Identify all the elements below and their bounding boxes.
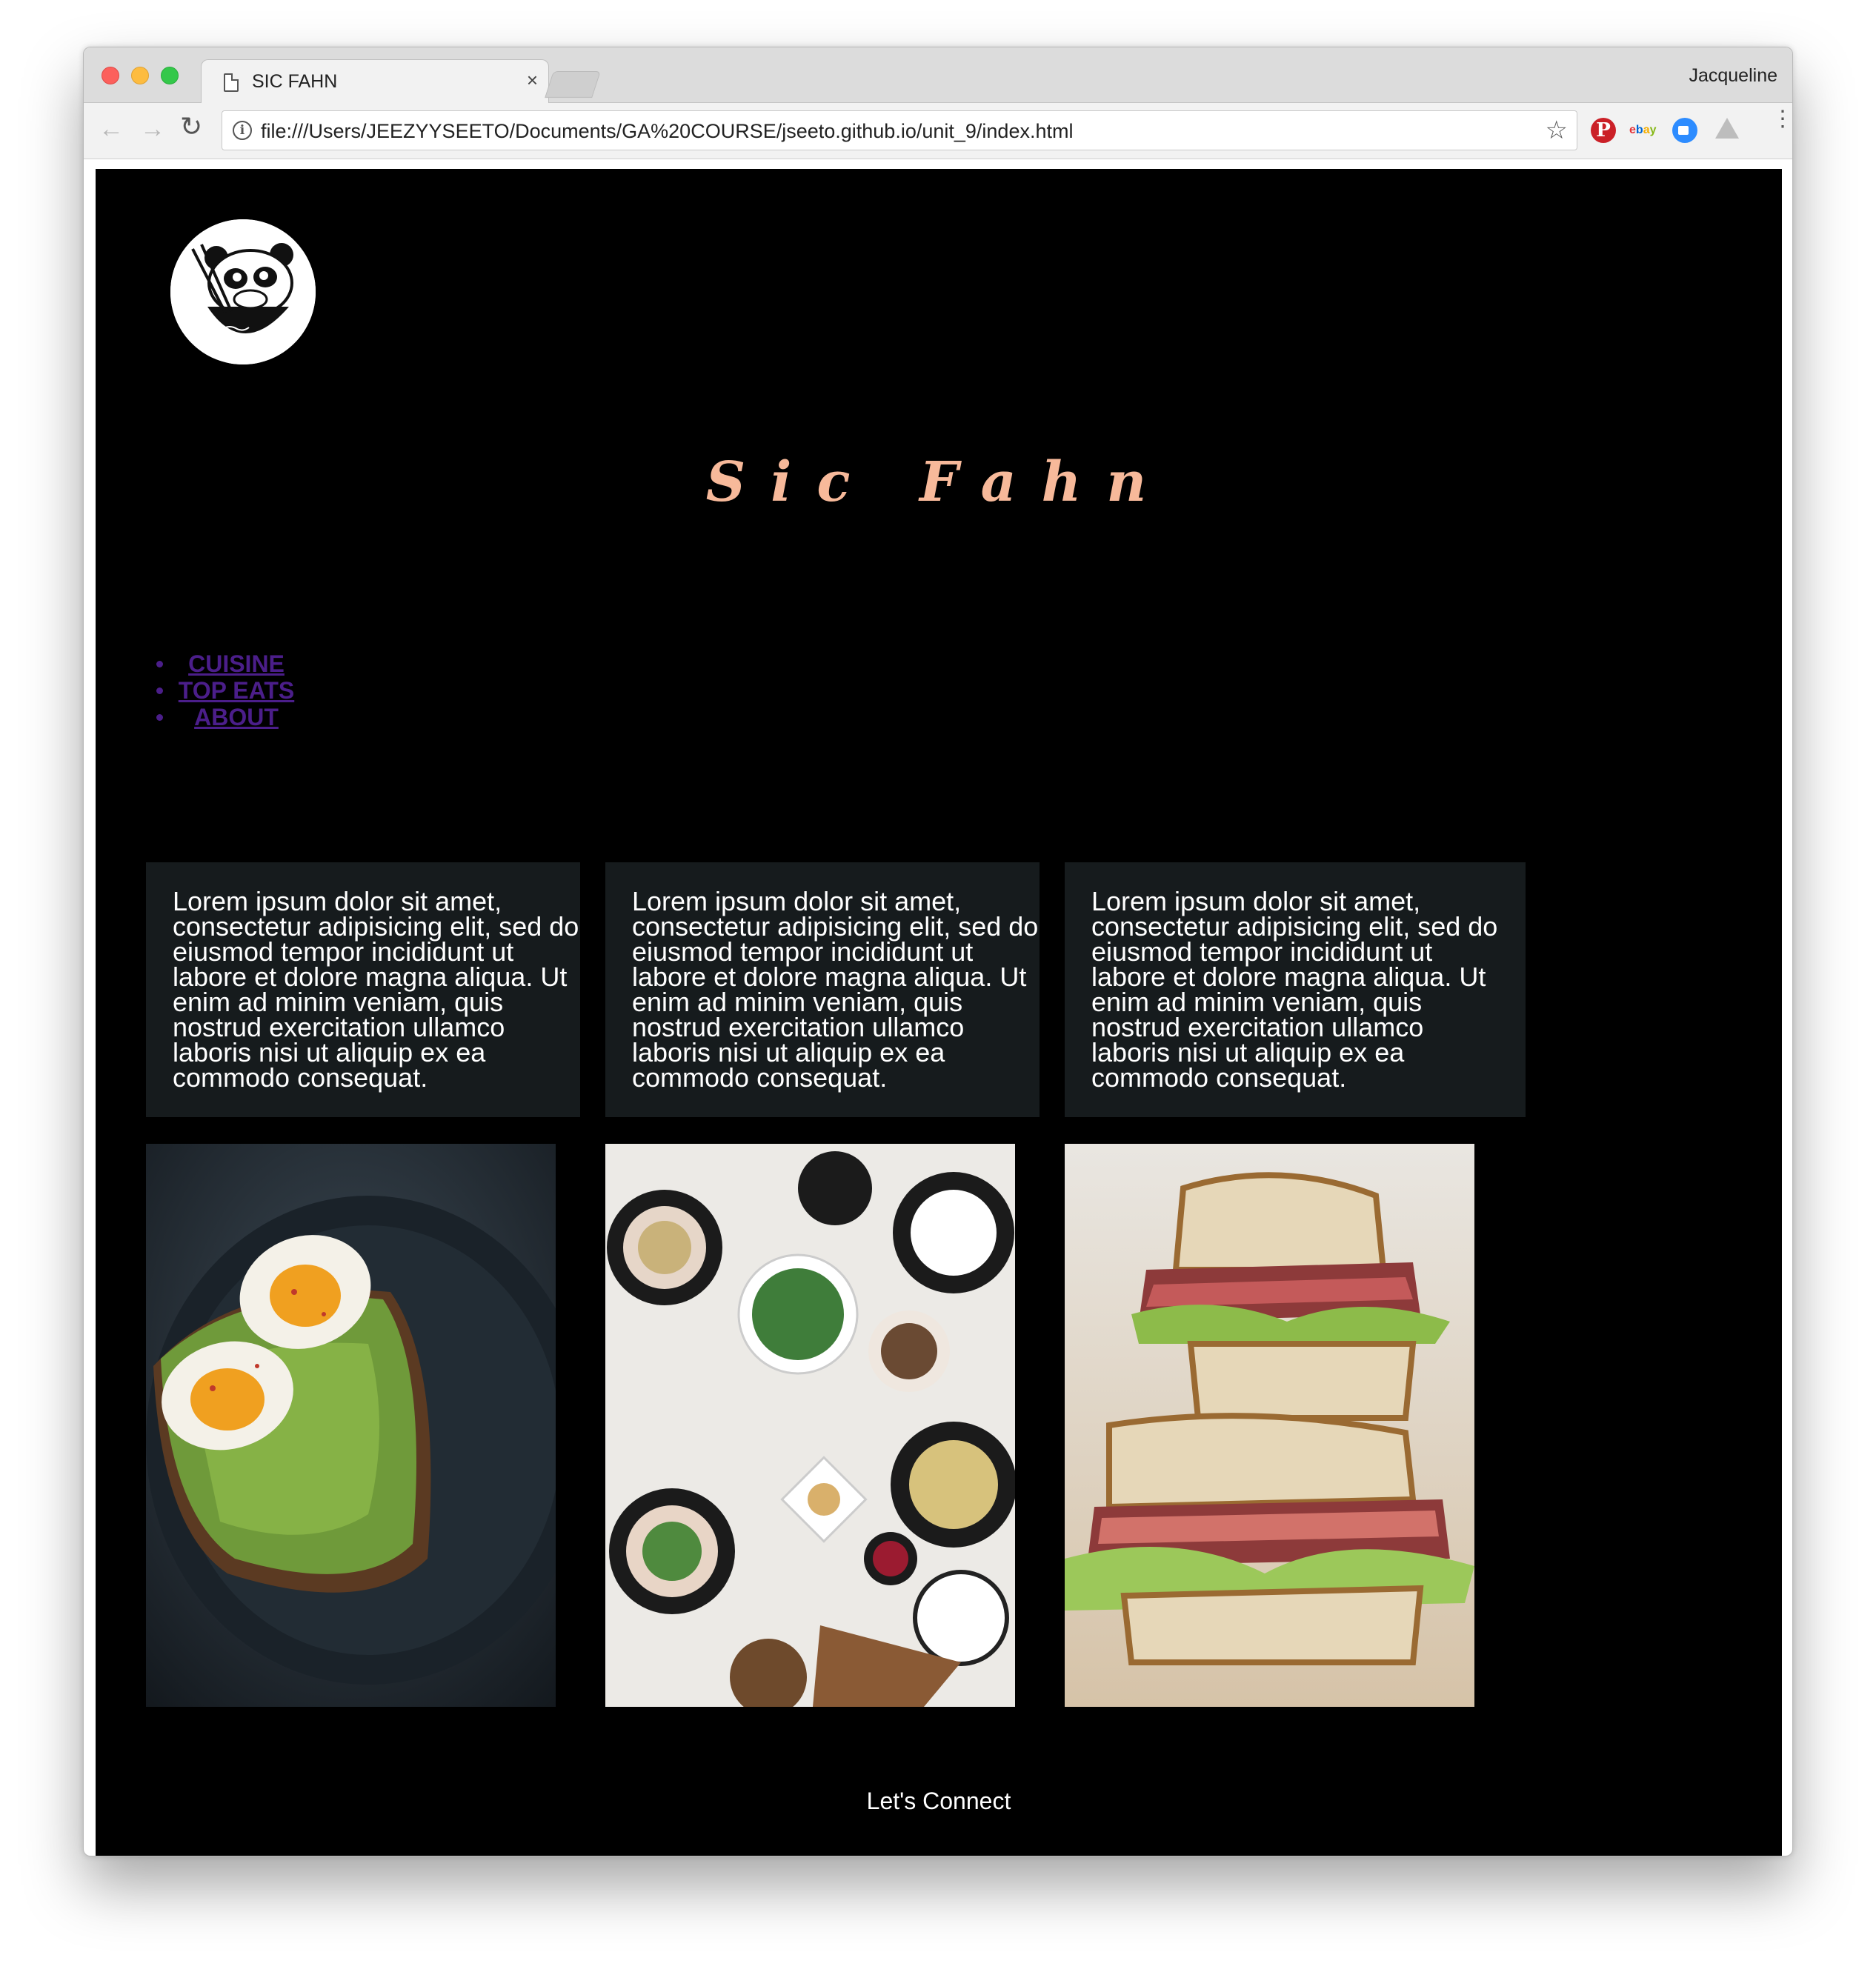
- dinner-table-overhead-photo: [605, 1144, 1015, 1707]
- nav-item-top-eats: TOP EATS: [155, 677, 318, 704]
- tab-title: SIC FAHN: [252, 71, 338, 92]
- ebay-icon[interactable]: ebay: [1629, 118, 1660, 143]
- text-card: Lorem ipsum dolor sit amet, consectetur …: [146, 862, 580, 1117]
- tab-strip: SIC FAHN × Jacqueline: [84, 47, 1792, 104]
- back-icon[interactable]: ←: [99, 116, 124, 141]
- logo[interactable]: [170, 219, 316, 364]
- text-card: Lorem ipsum dolor sit amet, consectetur …: [1065, 862, 1526, 1117]
- avocado-toast-egg-photo: [146, 1144, 556, 1707]
- nav-item-cuisine: CUISINE: [155, 650, 318, 677]
- address-bar[interactable]: i file:///Users/JEEZYYSEETO/Documents/GA…: [222, 110, 1577, 150]
- main-nav: CUISINE TOP EATS ABOUT: [155, 650, 318, 730]
- close-window-button[interactable]: [102, 67, 119, 84]
- browser-toolbar: ← → ↻ i file:///Users/JEEZYYSEETO/Docume…: [84, 103, 1792, 159]
- bookmark-star-icon[interactable]: ☆: [1546, 116, 1568, 145]
- minimize-window-button[interactable]: [131, 67, 149, 84]
- browser-window: SIC FAHN × Jacqueline ← → ↻ i file:///Us…: [83, 47, 1793, 1856]
- nav-link-about[interactable]: ABOUT: [194, 704, 279, 730]
- panda-logo-icon: [170, 219, 316, 364]
- tab-sic-fahn[interactable]: SIC FAHN ×: [201, 59, 549, 104]
- page-viewport: Sic Fahn CUISINE TOP EATS ABOUT Lorem ip…: [96, 169, 1782, 1856]
- nav-link-top-eats[interactable]: TOP EATS: [179, 677, 294, 704]
- steak-sandwich-photo: [1065, 1144, 1474, 1707]
- profile-name[interactable]: Jacqueline: [1689, 65, 1777, 87]
- google-drive-icon[interactable]: [1714, 118, 1740, 141]
- footer-lets-connect[interactable]: Let's Connect: [96, 1788, 1782, 1815]
- nav-link-cuisine[interactable]: CUISINE: [188, 650, 285, 677]
- text-card: Lorem ipsum dolor sit amet, consectetur …: [605, 862, 1040, 1117]
- maximize-window-button[interactable]: [161, 67, 179, 84]
- menu-icon[interactable]: ⋮: [1772, 108, 1792, 130]
- page-icon: [224, 73, 239, 92]
- new-tab-button[interactable]: [545, 71, 601, 98]
- forward-icon[interactable]: →: [140, 116, 165, 141]
- tab-close-icon[interactable]: ×: [527, 69, 538, 92]
- zoom-icon[interactable]: [1672, 118, 1697, 143]
- card-text: Lorem ipsum dolor sit amet, consectetur …: [1091, 886, 1498, 1093]
- site-title: Sic Fahn: [705, 450, 1172, 514]
- nav-item-about: ABOUT: [155, 704, 318, 730]
- info-icon[interactable]: i: [233, 121, 252, 140]
- card-text: Lorem ipsum dolor sit amet, consectetur …: [173, 886, 579, 1093]
- card-text: Lorem ipsum dolor sit amet, consectetur …: [632, 886, 1039, 1093]
- pinterest-icon[interactable]: P: [1591, 118, 1616, 143]
- url-text[interactable]: file:///Users/JEEZYYSEETO/Documents/GA%2…: [261, 120, 1073, 143]
- reload-icon[interactable]: ↻: [180, 113, 202, 140]
